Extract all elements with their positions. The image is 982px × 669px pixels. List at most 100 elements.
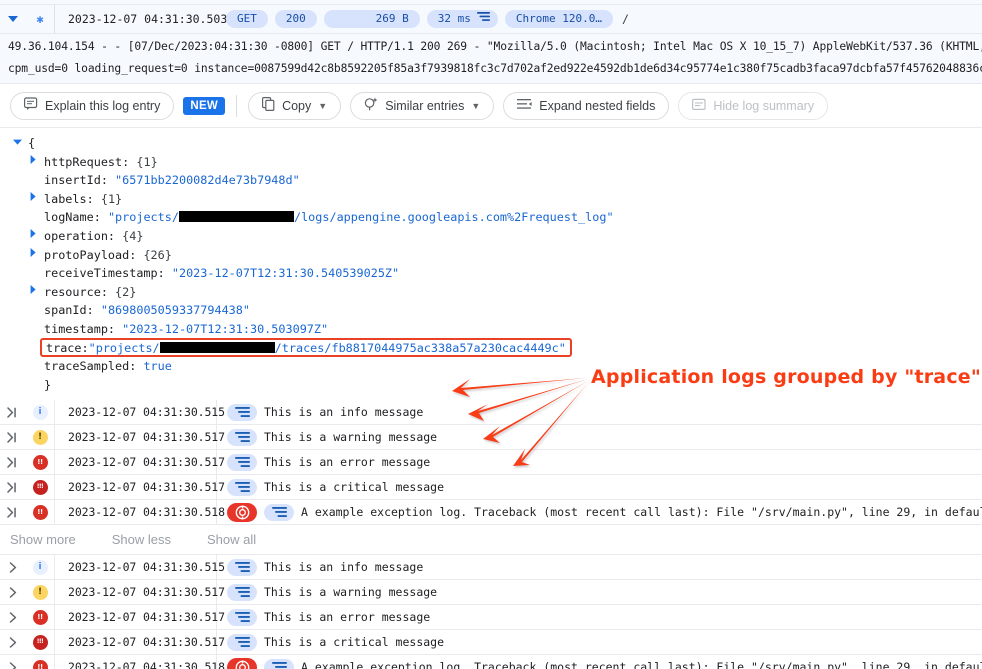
row-expand-toggle[interactable] [0,587,26,598]
tree-expander-closed-icon[interactable] [28,283,38,302]
row-severity-cell: i [26,405,54,420]
tree-expander-closed-icon[interactable] [28,190,38,209]
table-row[interactable]: !! 2023-12-07 04:31:30.518 A example excep… [0,655,982,669]
exception-badge-icon[interactable] [227,658,257,669]
log-summary-icon [227,429,257,446]
json-tree-line[interactable]: { [0,134,982,153]
row-timestamp: 2023-12-07 04:31:30.517 [54,580,217,605]
latency-lines-icon [477,10,490,28]
table-row[interactable]: !!!2023-12-07 04:31:30.517This is a crit… [0,630,982,655]
row-expand-toggle[interactable] [0,662,26,669]
row-message: This is a warning message [264,585,437,599]
log-summary-icon [264,504,294,521]
severity-critical-icon: !!! [33,635,48,650]
table-row[interactable]: !!!2023-12-07 04:31:30.517This is a crit… [0,475,982,500]
chip-user-agent: Chrome 120.0… [505,10,613,28]
tree-expander-closed-icon[interactable] [28,227,38,246]
chevron-right-icon [9,562,18,573]
expand-nested-fields-button[interactable]: Expand nested fields [503,92,669,120]
row-message: This is an error message [264,610,430,624]
chevron-down-icon: ▼ [471,101,480,111]
json-tree-line[interactable]: protoPayload: {26} [0,246,982,265]
collapse-entry-caret[interactable] [0,16,26,23]
exception-badge-icon[interactable] [227,503,257,522]
table-row[interactable]: i2023-12-07 04:31:30.515This is an info … [0,400,982,425]
json-tree-line[interactable]: operation: {4} [0,227,982,246]
severity-error-icon: !! [33,660,48,669]
row-message: A example exception log. Traceback (most… [301,660,982,669]
severity-warning-icon: ! [33,430,48,445]
json-tree-line-content: timestamp: "2023-12-07T12:31:30.503097Z" [44,320,328,339]
row-summary-cell: This is a critical message [217,634,982,651]
row-summary-cell: This is a critical message [217,479,982,496]
expand-to-right-icon [7,482,19,493]
json-tree-line-content: logName: "projects//logs/appengine.googl… [44,208,614,227]
chevron-right-icon [9,612,18,623]
following-log-rows: i2023-12-07 04:31:30.515This is an info … [0,555,982,669]
similar-entries-button[interactable]: Similar entries ▼ [350,92,494,120]
explain-log-entry-button[interactable]: Explain this log entry [10,92,174,120]
row-expand-toggle[interactable] [0,482,26,493]
row-expand-toggle[interactable] [0,432,26,443]
show-more-button[interactable]: Show more [10,532,76,547]
json-tree-line[interactable]: httpRequest: {1} [0,153,982,172]
row-timestamp: 2023-12-07 04:31:30.515 [54,400,217,425]
row-message: This is an error message [264,455,430,469]
log-summary-icon [227,454,257,471]
row-summary-cell: This is an info message [217,559,982,576]
log-entry-toolbar: Explain this log entry NEW Copy ▼ [0,84,982,128]
table-row[interactable]: !! 2023-12-07 04:31:30.518A example excep… [0,500,982,525]
show-all-button[interactable]: Show all [207,532,256,547]
toolbar-divider [236,95,237,117]
row-timestamp: 2023-12-07 04:31:30.518 [54,500,217,525]
chevron-right-icon [9,637,18,648]
row-expand-toggle[interactable] [0,637,26,648]
magnify-spark-icon [364,97,378,114]
severity-error-icon: !! [33,505,48,520]
log-summary-icon [227,584,257,601]
row-summary-cell: A example exception log. Traceback (most… [217,503,982,522]
json-tree-line[interactable]: resource: {2} [0,283,982,302]
tree-expander-open-icon[interactable] [12,134,22,153]
row-expand-toggle[interactable] [0,407,26,418]
table-row[interactable]: !!2023-12-07 04:31:30.517 This is an erro… [0,605,982,630]
json-tree-line-content: receiveTimestamp: "2023-12-07T12:31:30.5… [44,264,399,283]
json-tree-line: traceSampled: true [0,357,982,376]
row-expand-toggle[interactable] [0,612,26,623]
json-tree-line: receiveTimestamp: "2023-12-07T12:31:30.5… [0,264,982,283]
row-summary-cell: This is a warning message [217,429,982,446]
row-severity-cell: !! [26,505,54,520]
row-timestamp: 2023-12-07 04:31:30.518 [54,655,217,669]
asterisk-icon: ✱ [36,12,43,26]
explain-chat-icon [24,97,38,114]
json-tree-line-content: resource: {2} [44,283,136,302]
row-severity-cell: !! [26,610,54,625]
raw-log-line-1: 49.36.104.154 - - [07/Dec/2023:04:31:30 … [0,36,982,58]
tree-expander-closed-icon[interactable] [28,246,38,265]
json-tree-line-content: insertId: "6571bb2200082d4e73b7948d" [44,171,300,190]
log-explorer-panel: ✱ 2023-12-07 04:31:30.503 GET 200 269 B … [0,0,982,669]
json-tree-line[interactable]: labels: {1} [0,190,982,209]
row-timestamp: 2023-12-07 04:31:30.517 [54,605,217,630]
row-message: This is a warning message [264,430,437,444]
tree-expander-closed-icon[interactable] [28,153,38,172]
table-row[interactable]: i2023-12-07 04:31:30.515This is an info … [0,555,982,580]
copy-button[interactable]: Copy ▼ [248,92,341,120]
raw-log-text-block: 49.36.104.154 - - [07/Dec/2023:04:31:30 … [0,34,982,84]
table-row[interactable]: !!2023-12-07 04:31:30.517This is an erro… [0,450,982,475]
table-row[interactable]: !2023-12-07 04:31:30.517This is a warnin… [0,425,982,450]
entry-timestamp: 2023-12-07 04:31:30.503 [54,5,217,34]
row-severity-cell: !!! [26,480,54,495]
table-row[interactable]: !2023-12-07 04:31:30.517This is a warnin… [0,580,982,605]
row-summary-cell: This is an error message [217,454,982,471]
row-message: This is a critical message [264,635,444,649]
show-less-button[interactable]: Show less [112,532,171,547]
log-summary-icon [227,609,257,626]
row-expand-toggle[interactable] [0,457,26,468]
row-expand-toggle[interactable] [0,562,26,573]
copy-label: Copy [282,99,311,113]
expanded-log-header-row[interactable]: ✱ 2023-12-07 04:31:30.503 GET 200 269 B … [0,5,982,34]
row-expand-toggle[interactable] [0,507,26,518]
json-tree-line: logName: "projects//logs/appengine.googl… [0,208,982,227]
json-tree-line-content: { [28,134,35,153]
